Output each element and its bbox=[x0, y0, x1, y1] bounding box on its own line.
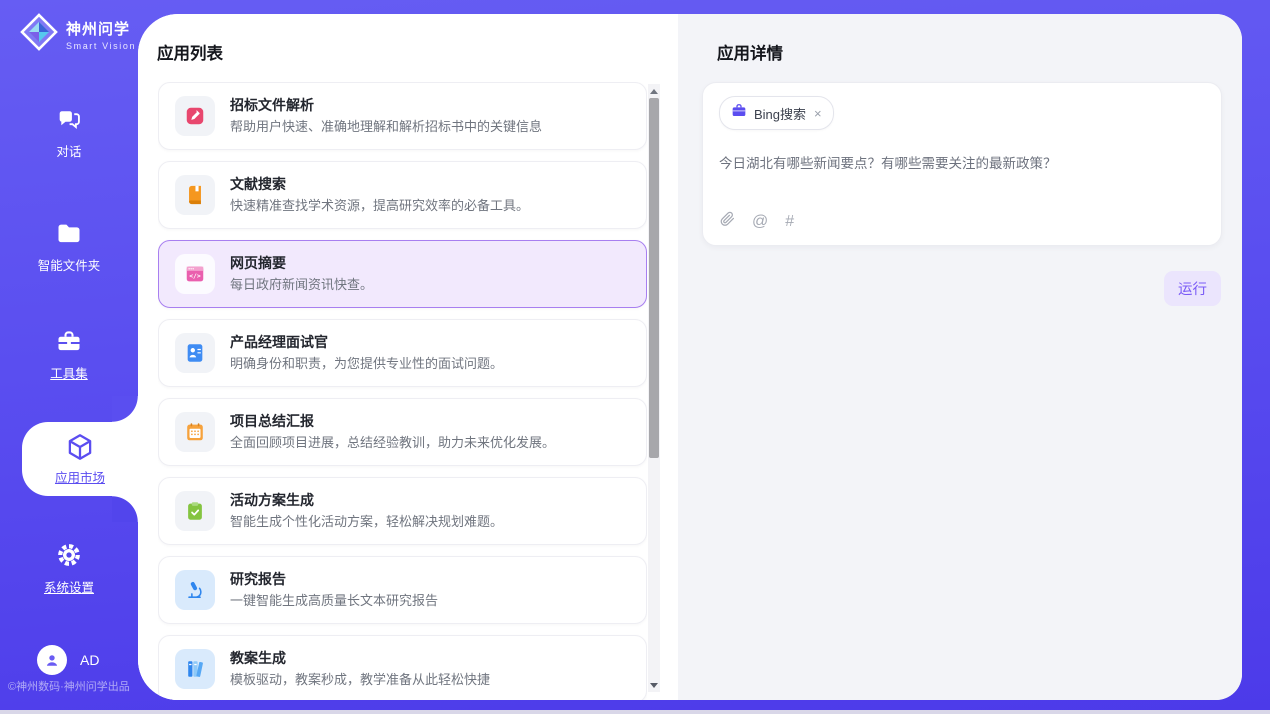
briefcase-icon bbox=[731, 103, 747, 124]
paperclip-icon[interactable] bbox=[720, 211, 735, 232]
sidebar-item-label: 对话 bbox=[0, 141, 138, 160]
app-list: 招标文件解析 帮助用户快速、准确地理解和解析招标书中的关键信息 文献搜索 快速精… bbox=[158, 82, 647, 700]
app-list-panel: 应用列表 招标文件解析 帮助用户快速、准确地理解和解析招标书中的关键信息 bbox=[138, 14, 678, 700]
app-card-web-summary[interactable]: </> 网页摘要 每日政府新闻资讯快查。 bbox=[158, 240, 647, 308]
app-name: 教案生成 bbox=[230, 649, 490, 669]
app-desc: 一键智能生成高质量长文本研究报告 bbox=[230, 592, 438, 610]
tool-tag-bing-search[interactable]: Bing搜索 × bbox=[719, 96, 834, 130]
app-name: 活动方案生成 bbox=[230, 491, 503, 511]
clipboard-icon bbox=[175, 491, 215, 531]
brand-logo: 神州问学 Smart Vision bbox=[20, 13, 136, 56]
scrollbar-down-arrow-icon[interactable] bbox=[648, 678, 660, 692]
sidebar-item-settings[interactable]: 系统设置 bbox=[0, 540, 138, 596]
app-card-project-summary[interactable]: 项目总结汇报 全面回顾项目进展，总结经验教训，助力未来优化发展。 bbox=[158, 398, 647, 466]
user-profile[interactable]: AD bbox=[37, 645, 99, 675]
app-desc: 全面回顾项目进展，总结经验教训，助力未来优化发展。 bbox=[230, 434, 555, 452]
app-name: 项目总结汇报 bbox=[230, 412, 555, 432]
app-desc: 明确身份和职责，为您提供专业性的面试问题。 bbox=[230, 355, 503, 373]
sidebar-item-label: 工具集 bbox=[0, 363, 138, 382]
app-card-literature-search[interactable]: 文献搜索 快速精准查找学术资源，提高研究效率的必备工具。 bbox=[158, 161, 647, 229]
app-card-research-report[interactable]: 研究报告 一键智能生成高质量长文本研究报告 bbox=[158, 556, 647, 624]
app-card-event-plan[interactable]: 活动方案生成 智能生成个性化活动方案，轻松解决规划难题。 bbox=[158, 477, 647, 545]
app-card-lesson-plan[interactable]: 教案生成 模板驱动，教案秒成，教学准备从此轻松快捷 bbox=[158, 635, 647, 700]
calendar-icon bbox=[175, 412, 215, 452]
scrollbar-thumb[interactable] bbox=[649, 98, 659, 458]
sidebar-item-smart-folder[interactable]: 智能文件夹 bbox=[0, 220, 138, 274]
compose-icon bbox=[175, 96, 215, 136]
app-name: 产品经理面试官 bbox=[230, 333, 503, 353]
sidebar: 神州问学 Smart Vision 对话 智能文件夹 bbox=[0, 0, 138, 710]
app-name: 文献搜索 bbox=[230, 175, 529, 195]
book-icon bbox=[175, 175, 215, 215]
app-name: 招标文件解析 bbox=[230, 96, 542, 116]
app-detail-title: 应用详情 bbox=[717, 40, 783, 64]
sidebar-item-label: 系统设置 bbox=[0, 577, 138, 596]
mention-icon[interactable]: @ bbox=[752, 214, 768, 230]
app-desc: 模板驱动，教案秒成，教学准备从此轻松快捷 bbox=[230, 671, 490, 689]
app-name: 网页摘要 bbox=[230, 254, 373, 274]
brand-subtitle: Smart Vision bbox=[66, 41, 136, 51]
svg-text:</>: </> bbox=[189, 272, 201, 280]
prompt-card: Bing搜索 × 今日湖北有哪些新闻要点？有哪些需要关注的最新政策？ @ # bbox=[702, 82, 1222, 246]
app-desc: 智能生成个性化活动方案，轻松解决规划难题。 bbox=[230, 513, 503, 531]
interview-icon bbox=[175, 333, 215, 373]
prompt-text-input[interactable]: 今日湖北有哪些新闻要点？有哪些需要关注的最新政策？ bbox=[719, 154, 1205, 174]
close-icon[interactable]: × bbox=[814, 106, 822, 121]
person-icon bbox=[43, 651, 61, 669]
books-icon bbox=[175, 649, 215, 689]
window-bottom-edge bbox=[0, 710, 1270, 714]
sidebar-item-chat[interactable]: 对话 bbox=[0, 106, 138, 160]
copyright-footer: ©神州数码·神州问学出品 bbox=[8, 678, 130, 694]
app-card-bid-document[interactable]: 招标文件解析 帮助用户快速、准确地理解和解析招标书中的关键信息 bbox=[158, 82, 647, 150]
sidebar-item-label: 应用市场 bbox=[22, 467, 138, 486]
microscope-icon bbox=[175, 570, 215, 610]
scrollbar-up-arrow-icon[interactable] bbox=[648, 84, 660, 98]
folder-icon bbox=[0, 220, 138, 248]
webpage-icon: </> bbox=[175, 254, 215, 294]
tool-tag-label: Bing搜索 bbox=[754, 104, 806, 123]
diamond-logo-icon bbox=[20, 13, 58, 56]
sidebar-item-label: 智能文件夹 bbox=[0, 255, 138, 274]
hashtag-icon[interactable]: # bbox=[785, 214, 794, 230]
sidebar-item-app-market[interactable]: 应用市场 bbox=[22, 422, 138, 496]
app-desc: 帮助用户快速、准确地理解和解析招标书中的关键信息 bbox=[230, 118, 542, 136]
app-card-pm-interviewer[interactable]: 产品经理面试官 明确身份和职责，为您提供专业性的面试问题。 bbox=[158, 319, 647, 387]
attachment-toolbar: @ # bbox=[720, 211, 794, 232]
app-desc: 快速精准查找学术资源，提高研究效率的必备工具。 bbox=[230, 197, 529, 215]
app-list-title: 应用列表 bbox=[157, 40, 223, 64]
app-list-scrollbar[interactable] bbox=[648, 84, 660, 692]
sidebar-item-toolset[interactable]: 工具集 bbox=[0, 328, 138, 382]
app-name: 研究报告 bbox=[230, 570, 438, 590]
user-name: AD bbox=[80, 652, 99, 668]
main-container: 应用列表 招标文件解析 帮助用户快速、准确地理解和解析招标书中的关键信息 bbox=[138, 14, 1242, 700]
cube-icon bbox=[22, 431, 138, 463]
app-detail-panel: 应用详情 Bing搜索 × 今日湖北有哪些新闻要点？有哪些需要关注的最新政策？ bbox=[678, 14, 1242, 700]
run-button[interactable]: 运行 bbox=[1164, 271, 1221, 306]
chat-icon bbox=[0, 106, 138, 134]
app-desc: 每日政府新闻资讯快查。 bbox=[230, 276, 373, 294]
gear-icon bbox=[0, 540, 138, 570]
toolbox-icon bbox=[0, 328, 138, 356]
brand-name: 神州问学 bbox=[66, 18, 136, 39]
avatar bbox=[37, 645, 67, 675]
